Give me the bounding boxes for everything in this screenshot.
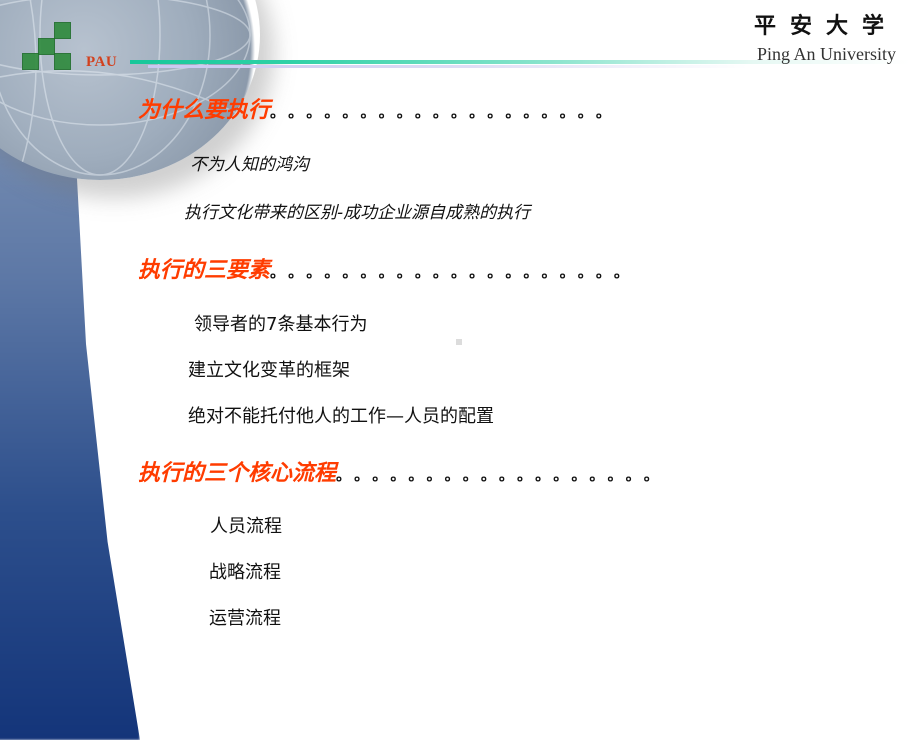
logo-square: [54, 22, 71, 39]
list-item: 领导者的7条基本行为: [194, 314, 368, 335]
list-item: 执行文化带来的区别-成功企业源自成熟的执行: [184, 203, 531, 223]
list-item: 建立文化变革的框架: [188, 360, 350, 381]
section-heading-text: 为什么要执行: [138, 98, 271, 123]
dot-leader: 。。。。。。。。。。。。。。。。。。。: [270, 103, 622, 121]
logo-square: [38, 38, 55, 55]
blue-swoosh-graphic: [0, 80, 140, 740]
list-item: 不为人知的鸿沟: [190, 155, 309, 175]
section-heading: 执行的三个核心流程。。。。。。。。。。。。。。。。。。: [138, 455, 669, 487]
dot-leader: 。。。。。。。。。。。。。。。。。。: [336, 466, 670, 484]
university-name-en: Ping An University: [756, 44, 896, 64]
section-heading-text: 执行的三个核心流程: [138, 461, 337, 486]
placeholder-marker: [456, 339, 462, 345]
section-heading: 执行的三要素。。。。。。。。。。。。。。。。。。。。: [138, 252, 640, 284]
header-rule-shadow: [148, 65, 748, 68]
section-heading: 为什么要执行。。。。。。。。。。。。。。。。。。。: [138, 92, 621, 124]
logo-square: [54, 53, 71, 70]
list-item: 人员流程: [210, 516, 282, 537]
university-name-cn: 平安大学: [753, 13, 898, 39]
section-heading-text: 执行的三要素: [138, 258, 271, 283]
logo-text: PAU: [86, 54, 118, 70]
logo-square: [22, 53, 39, 70]
list-item: 运营流程: [209, 608, 281, 629]
dot-leader: 。。。。。。。。。。。。。。。。。。。。: [270, 263, 640, 281]
pau-logo: [22, 22, 71, 70]
list-item: 战略流程: [209, 562, 281, 583]
list-item: 绝对不能托付他人的工作—人员的配置: [188, 406, 494, 427]
